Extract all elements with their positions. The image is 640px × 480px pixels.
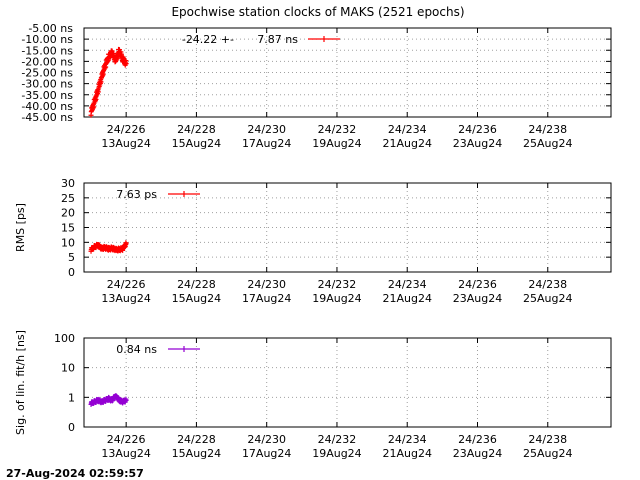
chart-title: Epochwise station clocks of MAKS (2521 e… [171,5,464,19]
y-tick-label: 0 [68,266,75,279]
x-tick-label: 24/236 [458,433,497,446]
x-tick-label: 24/238 [528,433,567,446]
plot-frame [83,337,612,428]
legend-value: 7.87 ns [257,33,298,46]
x-tick-label: 24/236 [458,123,497,136]
y-tick-label: 1 [68,391,75,404]
x-tick-label: 24/238 [528,278,567,291]
timestamp: 27-Aug-2024 02:59:57 [6,467,144,480]
x-tick-label: 24/232 [318,433,357,446]
x-tick-date-label: 17Aug24 [242,137,291,150]
y-tick-label: 10 [61,236,75,249]
y-tick-label: 25 [61,192,75,205]
legend-value: 7.63 ps [116,188,157,201]
x-tick-date-label: 23Aug24 [453,292,502,305]
x-tick-label: 24/228 [177,123,216,136]
x-tick-label: 24/236 [458,278,497,291]
x-tick-date-label: 25Aug24 [523,292,572,305]
x-tick-date-label: 13Aug24 [101,292,150,305]
x-tick-label: 24/228 [177,433,216,446]
x-tick-label: 24/230 [247,433,286,446]
x-tick-date-label: 15Aug24 [172,137,221,150]
x-tick-label: 24/230 [247,123,286,136]
x-tick-label: 24/238 [528,123,567,136]
x-tick-date-label: 19Aug24 [312,292,361,305]
panel-1: -5.00 ns-10.00 ns-15.00 ns-20.00 ns-25.0… [21,22,612,150]
x-tick-label: 24/234 [388,278,427,291]
y-tick-label: -45.00 ns [21,111,73,124]
x-tick-label: 24/232 [318,278,357,291]
panel-3: 011010024/22613Aug2424/22815Aug2424/2301… [14,330,612,460]
x-tick-date-label: 21Aug24 [382,137,431,150]
y-tick-label: 15 [61,222,75,235]
station-clock-chart: Epochwise station clocks of MAKS (2521 e… [6,5,612,480]
x-tick-date-label: 13Aug24 [101,447,150,460]
x-tick-date-label: 15Aug24 [172,292,221,305]
y-tick-label: 20 [61,207,75,220]
y-axis-label: Sig. of lin. fit/h [ns] [14,330,27,435]
x-tick-label: 24/226 [107,433,146,446]
y-axis-label: RMS [ps] [14,203,27,252]
plot-frame [83,27,612,118]
x-tick-date-label: 21Aug24 [382,447,431,460]
x-tick-date-label: 17Aug24 [242,447,291,460]
x-tick-date-label: 15Aug24 [172,447,221,460]
x-tick-label: 24/232 [318,123,357,136]
plot-frame [83,182,612,273]
y-tick-label: 10 [61,362,75,375]
x-tick-date-label: 19Aug24 [312,447,361,460]
y-tick-label: 30 [61,177,75,190]
y-tick-label: 100 [54,332,75,345]
legend-value: 0.84 ns [116,343,157,356]
x-tick-label: 24/230 [247,278,286,291]
x-tick-date-label: 19Aug24 [312,137,361,150]
x-tick-date-label: 25Aug24 [523,137,572,150]
x-tick-date-label: 21Aug24 [382,292,431,305]
x-tick-label: 24/226 [107,278,146,291]
x-tick-date-label: 23Aug24 [453,137,502,150]
x-tick-label: 24/234 [388,433,427,446]
y-tick-label: 0 [68,421,75,434]
x-tick-date-label: 13Aug24 [101,137,150,150]
y-tick-label: 5 [68,251,75,264]
x-tick-label: 24/234 [388,123,427,136]
legend-prefix: -24.22 +- [182,33,234,46]
x-tick-date-label: 25Aug24 [523,447,572,460]
x-tick-date-label: 17Aug24 [242,292,291,305]
x-tick-label: 24/228 [177,278,216,291]
x-tick-label: 24/226 [107,123,146,136]
x-tick-date-label: 23Aug24 [453,447,502,460]
panel-2: 05101520253024/22613Aug2424/22815Aug2424… [14,177,612,305]
